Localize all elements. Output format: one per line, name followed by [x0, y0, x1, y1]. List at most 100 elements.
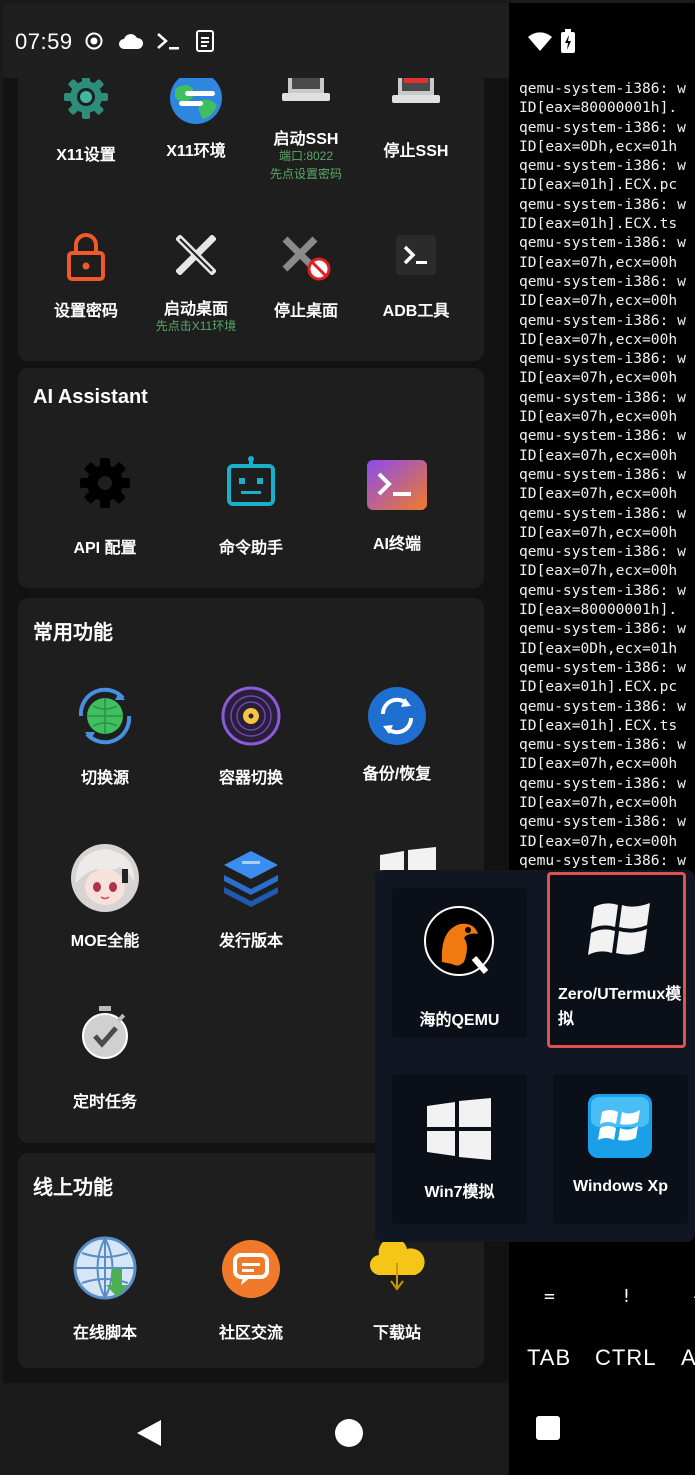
windows-icon — [427, 1098, 491, 1165]
distro-version-button[interactable]: 发行版本 — [196, 843, 306, 953]
gear-icon — [78, 456, 132, 515]
key-tab[interactable]: TAB — [527, 1345, 571, 1371]
command-helper-button[interactable]: 命令助手 — [196, 448, 306, 558]
vinyl-disc-icon — [221, 686, 281, 751]
x-logo-icon — [175, 234, 217, 280]
terminal-line: ID[eax=07h,ecx=00h — [519, 253, 678, 271]
ai-assistant-card: AI Assistant API 配置 命令助手 AI终端 — [18, 368, 484, 588]
terminal-line: qemu-system-i386: w — [519, 465, 686, 483]
moe-button[interactable]: MOE全能 — [50, 843, 160, 953]
emulator-popup: 海的QEMU Zero/UTermux模 拟 Win7模拟 Windows Xp — [375, 870, 695, 1242]
terminal-line: qemu-system-i386: w — [519, 736, 686, 754]
scheduled-task-button[interactable]: 定时任务 — [50, 998, 160, 1111]
extra-keys-row-2: TAB CTRL A — [509, 1341, 695, 1381]
qemu-label: 海的QEMU — [419, 1012, 500, 1029]
container-switch-button[interactable]: 容器切换 — [196, 678, 306, 788]
common-features-title: 常用功能 — [33, 622, 113, 644]
home-circle-icon[interactable] — [334, 1418, 364, 1453]
set-password-button[interactable]: 设置密码 — [31, 223, 141, 333]
terminal-line: qemu-system-i386: w — [519, 388, 686, 406]
terminal-line: qemu-system-i386: w — [519, 697, 686, 715]
terminal-line: qemu-system-i386: w — [519, 774, 686, 792]
terminal-line: ID[eax=80000001h]. — [519, 601, 678, 619]
terminal-line: qemu-system-i386: w — [519, 543, 686, 561]
terminal-line: qemu-system-i386: w — [519, 311, 686, 329]
stop-ssh-label: 停止SSH — [383, 143, 449, 160]
cloud-icon — [118, 29, 144, 53]
start-desktop-button[interactable]: 启动桌面 先点击X11环境 — [141, 223, 251, 343]
api-config-label: API 配置 — [73, 540, 137, 557]
recents-square-icon[interactable] — [536, 1416, 560, 1445]
terminal-line: qemu-system-i386: w — [519, 851, 686, 869]
windows-xp-label: Windows Xp — [573, 1178, 668, 1195]
zero-utermux-label-line-2: 拟 — [558, 1011, 575, 1028]
windows-xp-tile[interactable]: Windows Xp — [553, 1074, 688, 1224]
terminal-line: qemu-system-i386: w — [519, 658, 686, 676]
terminal-output[interactable]: qemu-system-i386: w ID[eax=80000001h]. qem… — [519, 79, 686, 870]
globe-icon — [169, 71, 223, 130]
key-ctrl[interactable]: CTRL — [595, 1345, 656, 1371]
ai-assistant-title: AI Assistant — [33, 386, 148, 408]
win7-tile[interactable]: Win7模拟 — [392, 1074, 527, 1224]
terminal-line: qemu-system-i386: w — [519, 195, 686, 213]
app-pane: X11设置 X11环境 启动SSH 端口:8022 先点设置密码 停止SSH 设… — [3, 3, 509, 1475]
adb-tools-button[interactable]: ADB工具 — [361, 223, 471, 333]
terminal-line: qemu-system-i386: w — [519, 234, 686, 252]
key-dash[interactable]: - — [691, 1286, 695, 1307]
command-helper-label: 命令助手 — [218, 540, 283, 557]
status-bar: 07:59 — [3, 3, 509, 78]
x11-env-label: X11环境 — [166, 143, 226, 160]
ssh-hint-text: 先点设置密码 — [269, 167, 342, 181]
start-ssh-label: 启动SSH — [273, 131, 339, 148]
key-alt[interactable]: A — [681, 1345, 695, 1371]
start-desktop-hint: 先点击X11环境 — [155, 319, 237, 333]
qemu-icon — [424, 906, 494, 981]
zero-utermux-label-line-1: Zero/UTermux模 — [558, 986, 682, 1003]
terminal-line: ID[eax=01h].ECX.ts — [519, 215, 678, 233]
ai-terminal-label: AI终端 — [372, 536, 421, 553]
x-logo-stop-icon — [281, 235, 331, 286]
terminal-line: ID[eax=0Dh,ecx=01h — [519, 137, 678, 155]
terminal-line: ID[eax=07h,ecx=00h — [519, 755, 678, 773]
api-config-button[interactable]: API 配置 — [50, 448, 160, 558]
moe-label: MOE全能 — [70, 933, 140, 950]
download-site-label: 下载站 — [372, 1325, 421, 1342]
terminal-line: qemu-system-i386: w — [519, 272, 686, 290]
back-triangle-icon[interactable] — [135, 1418, 163, 1453]
qemu-tile[interactable]: 海的QEMU — [392, 888, 527, 1038]
terminal-line: ID[eax=07h,ecx=00h — [519, 485, 678, 503]
clipboard-icon — [195, 29, 215, 53]
zero-utermux-tile[interactable]: Zero/UTermux模 拟 — [547, 872, 686, 1048]
download-site-button[interactable]: 下载站 — [342, 1235, 452, 1345]
layers-icon — [220, 847, 282, 914]
terminal-line: qemu-system-i386: w — [519, 504, 686, 522]
switch-source-button[interactable]: 切换源 — [50, 678, 160, 788]
win7-label: Win7模拟 — [424, 1184, 495, 1201]
terminal-line: qemu-system-i386: w — [519, 80, 686, 97]
key-equals[interactable]: = — [544, 1286, 555, 1307]
windows-xp-icon — [588, 1094, 652, 1163]
key-exclamation[interactable]: ! — [621, 1286, 632, 1307]
terminal-line: ID[eax=07h,ecx=00h — [519, 369, 678, 387]
online-script-label: 在线脚本 — [72, 1325, 137, 1342]
terminal-line: qemu-system-i386: w — [519, 118, 686, 136]
extra-keys-row-1: = ! - — [509, 1278, 695, 1318]
terminal-line: qemu-system-i386: w — [519, 581, 686, 599]
terminal-line: qemu-system-i386: w — [519, 350, 686, 368]
stop-desktop-button[interactable]: 停止桌面 — [251, 223, 361, 333]
backup-restore-button[interactable]: 备份/恢复 — [342, 678, 452, 788]
terminal-line: ID[eax=80000001h]. — [519, 99, 678, 117]
ai-terminal-button[interactable]: AI终端 — [342, 448, 452, 558]
terminal-line: qemu-system-i386: w — [519, 157, 686, 175]
terminal-line: ID[eax=07h,ecx=00h — [519, 793, 678, 811]
adb-tools-label: ADB工具 — [382, 303, 450, 320]
scheduled-task-label: 定时任务 — [72, 1094, 137, 1111]
chat-icon — [221, 1239, 281, 1304]
community-label: 社区交流 — [218, 1325, 283, 1342]
terminal-gradient-icon — [367, 460, 427, 515]
terminal-line: qemu-system-i386: w — [519, 813, 686, 831]
online-script-button[interactable]: 在线脚本 — [50, 1235, 160, 1345]
tools-card: X11设置 X11环境 启动SSH 端口:8022 先点设置密码 停止SSH 设… — [18, 43, 484, 361]
cloud-download-icon — [367, 1237, 427, 1298]
community-button[interactable]: 社区交流 — [196, 1235, 306, 1345]
